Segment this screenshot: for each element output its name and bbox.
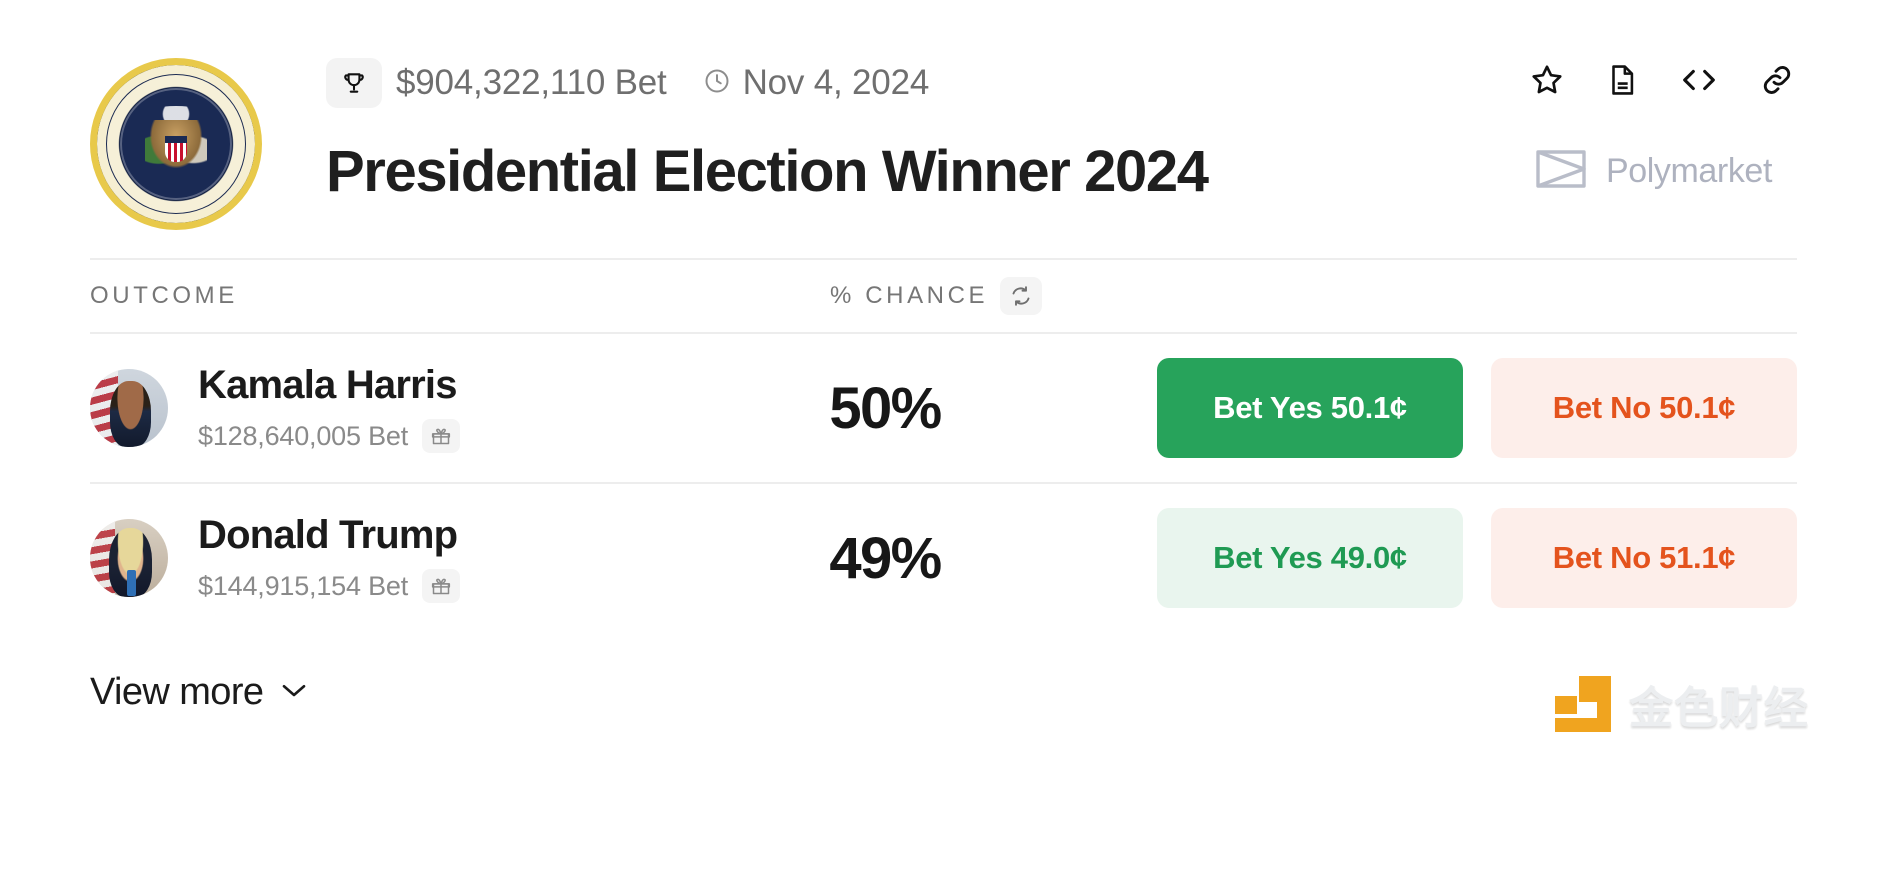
- market-card: $904,322,110 Bet Nov 4, 2024 Presidentia…: [0, 0, 1887, 889]
- table-row: Kamala Harris $128,640,005 Bet 50% Bet Y…: [90, 334, 1797, 482]
- outcome-chance: 49%: [829, 525, 942, 591]
- link-icon[interactable]: [1759, 62, 1795, 98]
- clock-icon: [703, 67, 731, 100]
- presidential-seal-icon: [90, 58, 262, 230]
- outcome-chance: 50%: [829, 375, 942, 441]
- document-icon[interactable]: [1605, 62, 1639, 98]
- avatar: [90, 369, 168, 447]
- polymarket-logo-icon: [1534, 147, 1588, 196]
- avatar: [90, 519, 168, 597]
- bet-no-button[interactable]: Bet No 50.1¢: [1491, 358, 1797, 458]
- outcome-name: Kamala Harris: [198, 363, 457, 407]
- view-more-label: View more: [90, 670, 264, 713]
- star-icon[interactable]: [1529, 62, 1565, 98]
- chevron-down-icon: [279, 680, 309, 705]
- market-end-date: Nov 4, 2024: [742, 63, 930, 102]
- table-row: Donald Trump $144,915,154 Bet 49% Bet Ye…: [90, 484, 1797, 632]
- gift-icon[interactable]: [422, 569, 460, 603]
- market-meta: $904,322,110 Bet Nov 4, 2024: [326, 58, 929, 108]
- bet-yes-button[interactable]: Bet Yes 49.0¢: [1157, 508, 1463, 608]
- gift-icon[interactable]: [422, 419, 460, 453]
- page-title: Presidential Election Winner 2024: [326, 139, 1209, 204]
- outcome-volume: $128,640,005 Bet: [198, 420, 408, 451]
- column-outcome: OUTCOME: [90, 282, 238, 309]
- refresh-icon[interactable]: [1000, 277, 1043, 315]
- card-footer: View more 金色财经: [90, 632, 1808, 752]
- bet-no-button[interactable]: Bet No 51.1¢: [1491, 508, 1797, 608]
- bet-yes-button[interactable]: Bet Yes 50.1¢: [1157, 358, 1463, 458]
- table-column-headers: OUTCOME % CHANCE: [90, 260, 1797, 332]
- header-actions: [1529, 62, 1795, 98]
- code-icon[interactable]: [1679, 65, 1719, 95]
- view-more-button[interactable]: View more: [90, 671, 309, 714]
- outcome-name: Donald Trump: [198, 513, 458, 557]
- watermark-text: 金色财经: [1629, 683, 1809, 734]
- brand-name: Polymarket: [1605, 152, 1772, 190]
- jinse-logo-icon: [1555, 676, 1611, 732]
- column-chance: % CHANCE: [830, 282, 989, 309]
- market-volume: $904,322,110 Bet: [396, 63, 667, 102]
- brand: Polymarket: [1534, 147, 1796, 196]
- outcome-volume: $144,915,154 Bet: [198, 570, 408, 601]
- market-header: $904,322,110 Bet Nov 4, 2024 Presidentia…: [90, 0, 1797, 258]
- trophy-icon: [326, 58, 382, 108]
- watermark: 金色财经: [1555, 672, 1809, 736]
